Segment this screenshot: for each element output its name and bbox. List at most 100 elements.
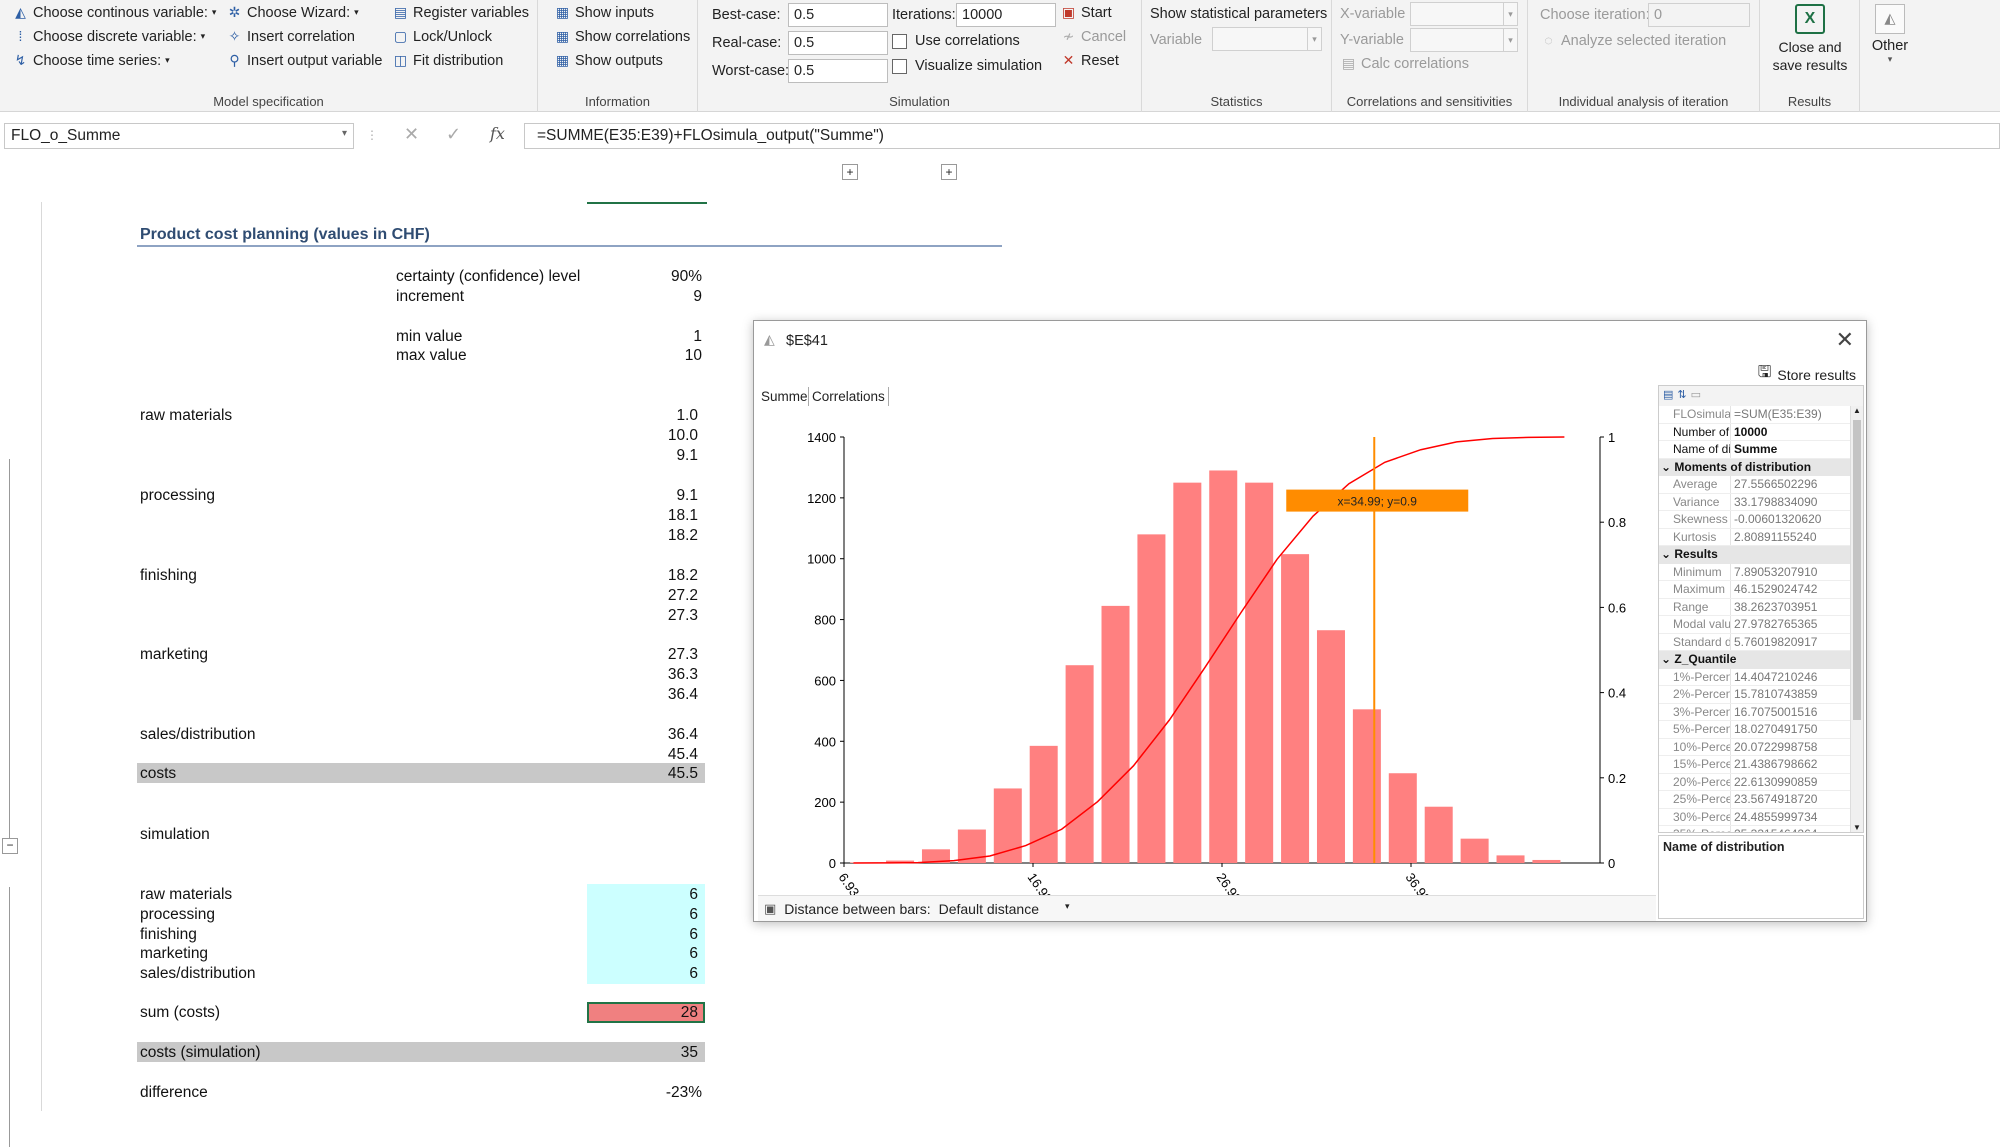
categorized-icon[interactable]: ▤ [1663, 388, 1673, 404]
group-label: Statistics [1210, 94, 1263, 109]
property-row[interactable]: 2%-Percentil15.7810743859 [1659, 686, 1850, 704]
property-row[interactable]: 3%-Percentil16.7075001516 [1659, 703, 1850, 721]
group-expand-button[interactable]: + [842, 164, 858, 180]
variable-dropdown[interactable]: ▾ [1212, 27, 1322, 51]
choose-iteration-input[interactable]: 0 [1648, 3, 1750, 27]
property-row[interactable]: Variance 33.1798834090 [1659, 493, 1850, 511]
outline-line [9, 887, 10, 1147]
scroll-down-icon[interactable]: ▼ [1851, 823, 1863, 832]
label: Other [1871, 38, 1909, 54]
bar-distance-select[interactable]: Default distance ▾ [939, 901, 1070, 917]
property-row[interactable]: 10%-Percent20.0722998758 [1659, 738, 1850, 756]
property-row[interactable]: Maximum 46.1529024742 [1659, 581, 1850, 599]
analyze-selected-button[interactable]: ◌ Analyze selected iteration [1540, 32, 1726, 49]
sim-item-value[interactable]: 6 [578, 926, 698, 944]
worst-case-input[interactable]: 0.5 [788, 59, 888, 83]
insert-correlation-button[interactable]: ✧ Insert correlation [226, 28, 355, 45]
property-row[interactable]: Modal value27.9782765365 [1659, 616, 1850, 634]
property-row[interactable]: Range 38.2623703951 [1659, 598, 1850, 616]
collapse-icon[interactable]: ⌄ [1661, 460, 1674, 474]
histogram-bar [1424, 806, 1453, 863]
tab-correlations[interactable]: Correlations [808, 387, 889, 406]
label: Cancel [1081, 28, 1127, 45]
collapse-icon[interactable]: ⌄ [1661, 547, 1674, 561]
iterations-input[interactable]: 10000 [956, 3, 1056, 27]
collapse-group-button[interactable]: − [2, 838, 18, 854]
choose-wizard-button[interactable]: ✲ Choose Wizard: ▾ [226, 4, 359, 21]
scrollbar[interactable]: ▲ ▼ [1850, 406, 1863, 832]
cancel-entry-icon[interactable]: ✕ [404, 124, 419, 145]
show-inputs-button[interactable]: ▦ Show inputs [554, 4, 654, 21]
sort-alpha-icon[interactable]: ⇅ [1677, 388, 1686, 404]
app-icon: ◭ [764, 331, 775, 347]
cancel-button[interactable]: ≁ Cancel [1060, 28, 1127, 45]
sim-item-value[interactable]: 6 [578, 906, 698, 924]
property-row[interactable]: Average 27.5566502296 [1659, 476, 1850, 494]
property-row[interactable]: 30%-Percent24.4855999734 [1659, 808, 1850, 826]
fit-distribution-button[interactable]: ◫ Fit distribution [392, 52, 503, 69]
property-category[interactable]: ⌄ Z_Quantile [1659, 651, 1850, 669]
property-row[interactable]: Name of distrSumme [1659, 441, 1850, 459]
y-variable-dropdown[interactable]: ▾ [1410, 28, 1518, 52]
costs-sim-value: 35 [680, 1044, 698, 1061]
label: Y-variable [1340, 32, 1404, 48]
marker-tooltip: x=34.99; y=0.9 [1338, 495, 1418, 509]
sim-item-value[interactable]: 6 [578, 965, 698, 983]
best-case-input[interactable]: 0.5 [788, 3, 888, 27]
calc-correlations-button[interactable]: ▤ Calc correlations [1340, 55, 1469, 72]
properties-icon[interactable]: ▭ [1691, 388, 1701, 404]
property-row[interactable]: 5%-Percentil18.0270491750 [1659, 721, 1850, 739]
scroll-up-icon[interactable]: ▲ [1851, 406, 1863, 415]
group-label: Results [1787, 94, 1832, 109]
checkbox-box [892, 58, 907, 74]
property-row[interactable]: Kurtosis 2.80891155240 [1659, 528, 1850, 546]
show-outputs-button[interactable]: ▦ Show outputs [554, 52, 663, 69]
use-correlations-checkbox[interactable]: Use correlations [892, 33, 1020, 49]
insert-function-icon[interactable]: fx [490, 124, 505, 143]
property-category[interactable]: ⌄ Results [1659, 546, 1850, 564]
choose-continuous-button[interactable]: ◭ Choose continous variable: ▾ [12, 4, 216, 21]
label: Choose time series: [33, 52, 162, 69]
x-variable-dropdown[interactable]: ▾ [1410, 2, 1518, 26]
property-row[interactable]: Skewness -0.00601320620 [1659, 511, 1850, 529]
property-key: Name of distr [1659, 441, 1731, 458]
visualize-simulation-checkbox[interactable]: Visualize simulation [892, 58, 1042, 74]
property-row[interactable]: 35%-Percent25.3315464264 [1659, 826, 1850, 832]
sim-item-value[interactable]: 6 [578, 886, 698, 904]
property-row[interactable]: Number of ite10000 [1659, 423, 1850, 441]
column-group-bar [587, 202, 707, 204]
collapse-icon[interactable]: ⌄ [1661, 652, 1674, 666]
tab-summe[interactable]: Summe [758, 387, 811, 406]
choose-discrete-button[interactable]: ⁞ Choose discrete variable: ▾ [12, 28, 206, 45]
property-row[interactable]: Minimum 7.89053207910 [1659, 563, 1850, 581]
confirm-entry-icon[interactable]: ✓ [446, 124, 461, 145]
property-row[interactable]: 15%-Percent21.4386798662 [1659, 756, 1850, 774]
property-row[interactable]: FLOsimula =SUM(E35:E39) [1659, 406, 1850, 424]
insert-output-button[interactable]: ⚲ Insert output variable [226, 52, 382, 69]
lock-unlock-button[interactable]: ▢ Lock/Unlock [392, 28, 492, 45]
register-variables-button[interactable]: ▤ Register variables [392, 4, 529, 21]
start-button[interactable]: ▣ Start [1060, 4, 1112, 21]
reset-button[interactable]: ✕ Reset [1060, 52, 1119, 69]
other-button[interactable]: ◭ Other ▾ [1868, 4, 1912, 65]
property-row[interactable]: 20%-Percent22.6130990859 [1659, 773, 1850, 791]
group-expand-button[interactable]: + [941, 164, 957, 180]
label: Worst-case: [712, 63, 790, 79]
property-row[interactable]: 1%-Percentil14.4047210246 [1659, 668, 1850, 686]
property-row[interactable]: Standard dev5.76019820917 [1659, 633, 1850, 651]
close-icon[interactable]: ✕ [1836, 327, 1854, 353]
name-box[interactable]: FLO_o_Summe ▾ [4, 123, 354, 149]
sim-item-value[interactable]: 6 [578, 945, 698, 963]
store-results-button[interactable]: 🖫 Store results [1758, 361, 1856, 388]
y-tick-label: 1200 [807, 491, 836, 506]
real-case-input[interactable]: 0.5 [788, 31, 888, 55]
property-category[interactable]: ⌄ Moments of distribution [1659, 458, 1850, 476]
property-grid[interactable]: ▤ ⇅ ▭ FLOsimula=SUM(E35:E39)Number of it… [1658, 385, 1864, 833]
choose-timeseries-button[interactable]: ↯ Choose time series: ▾ [12, 52, 170, 69]
show-stat-params-button[interactable]: Show statistical parameters [1150, 6, 1327, 22]
formula-input[interactable]: =SUMME(E35:E39)+FLOsimula_output("Summe"… [524, 123, 2000, 149]
scroll-thumb[interactable] [1853, 420, 1861, 720]
show-correlations-button[interactable]: ▦ Show correlations [554, 28, 690, 45]
property-row[interactable]: 25%-Percent23.5674918720 [1659, 791, 1850, 809]
close-and-save-button[interactable]: X Close and save results [1766, 4, 1854, 74]
